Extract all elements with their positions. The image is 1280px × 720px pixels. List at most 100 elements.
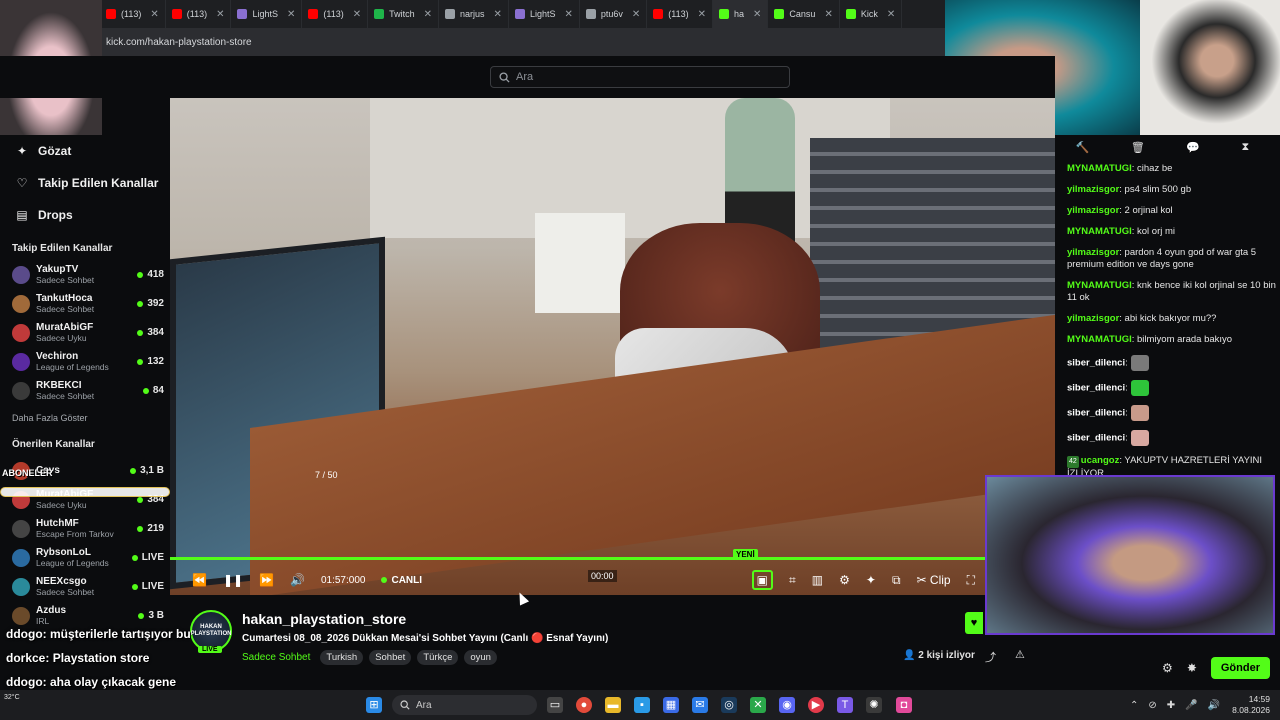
chat-username[interactable]: MYNAMATUGI [1067,163,1132,174]
xbox-icon[interactable]: ✕ [750,697,766,713]
live-indicator[interactable]: CANLI [381,575,422,586]
stream-tag[interactable]: oyun [464,650,497,665]
tab-close-icon[interactable]: ✕ [753,9,761,20]
sidebar-channel[interactable]: MuratAbiGFSadece Uyku 384 [0,318,170,347]
tab-close-icon[interactable]: ✕ [824,9,832,20]
steam-icon[interactable]: ◎ [721,697,737,713]
rewind-icon[interactable]: ⏪ [192,573,207,587]
app-icon-1[interactable]: ▪ [634,697,650,713]
sidebar-channel[interactable]: TankutHoca Sadece Sohbet 392 [0,289,170,318]
browser-tab[interactable]: Cansu ✕ [768,0,840,28]
tab-close-icon[interactable]: ✕ [698,9,706,20]
browser-tab[interactable]: (113) ✕ [100,0,166,28]
tab-close-icon[interactable]: ✕ [424,9,432,20]
address-bar[interactable]: kick.com/hakan-playstation-store [100,28,945,56]
browser-tab[interactable]: (113) ✕ [302,0,369,28]
task-view-icon[interactable]: ▭ [547,697,563,713]
chat-username[interactable]: siber_dilenci [1067,383,1125,394]
collapse-chat-icon[interactable]: ⧗ [1242,141,1250,154]
browser-tab[interactable]: Twitch ✕ [368,0,440,28]
browser-tab[interactable]: ha ✕ [713,0,769,28]
stream-tag[interactable]: Türkçe [417,650,459,665]
tray-app-icon[interactable]: ✚ [1167,700,1175,711]
chat-username[interactable]: MYNAMATUGI [1067,334,1132,345]
chat-username[interactable]: ucangoz [1081,455,1120,466]
browser-tab[interactable]: narjus ✕ [439,0,509,28]
settings-gear-icon[interactable]: ⚙ [839,573,850,587]
crop-icon[interactable]: ⌗ [789,573,796,588]
sidebar-channel[interactable]: HutchMF Escape From Tarkov 219 [0,514,170,543]
chat-username[interactable]: yilmazisgor [1067,313,1119,324]
sidebar-nav-item[interactable]: ▤ Drops [0,199,170,231]
tray-mic-off-icon[interactable]: ⊘ [1148,700,1156,711]
report-icon[interactable]: ⚠ [1015,648,1025,661]
sidebar-channel[interactable]: YakupTV Sadece Sohbet 418 [0,260,170,289]
sidebar-channel[interactable]: Azdus IRL 3 B [0,601,170,630]
taskbar-clock[interactable]: 14:59 8.08.2026 [1218,694,1270,716]
stats-icon[interactable]: ▥ [812,573,823,587]
tab-close-icon[interactable]: ✕ [887,9,895,20]
sidebar-channel[interactable]: RKBEKCI Sadece Sohbet 84 [0,376,170,405]
seek-bar[interactable] [170,557,985,560]
browser-tab[interactable]: (113) ✕ [647,0,714,28]
outlook-icon[interactable]: ✉ [692,697,708,713]
chat-username[interactable]: MYNAMATUGI [1067,280,1132,291]
tab-close-icon[interactable]: ✕ [353,9,361,20]
browser-tab[interactable]: Kick ✕ [840,0,903,28]
sidebar-nav-item[interactable]: ♡ Takip Edilen Kanallar [0,167,170,199]
record-camera-icon[interactable]: ▣ [751,570,774,590]
chrome-icon[interactable]: ● [576,697,592,713]
tab-close-icon[interactable]: ✕ [494,9,502,20]
pause-icon[interactable]: ❚❚ [223,573,243,587]
video-player[interactable] [170,98,1055,595]
chat-emote-icon[interactable]: ✸ [1187,661,1197,675]
send-button[interactable]: Gönder [1210,657,1270,679]
instagram-icon[interactable]: ◘ [896,697,912,713]
url-text[interactable]: kick.com/hakan-playstation-store [106,37,252,48]
browser-tab[interactable]: ptu6v ✕ [580,0,648,28]
windows-start-icon[interactable]: ⊞ [366,697,382,713]
taskbar-search[interactable]: Ara [392,695,537,715]
sparkle-icon[interactable]: ✦ [866,573,876,587]
tab-close-icon[interactable]: ✕ [150,9,158,20]
show-more-link[interactable]: Daha Fazla Göster [0,405,170,427]
tray-mic-icon[interactable]: 🎤 [1185,700,1197,711]
stream-tag[interactable]: Sohbet [369,650,412,665]
tab-close-icon[interactable]: ✕ [564,9,572,20]
chat-bubble-icon[interactable]: 💬 [1186,141,1200,154]
media-icon[interactable]: ▶ [808,697,824,713]
browser-tab[interactable]: LightS ✕ [231,0,303,28]
file-explorer-icon[interactable]: ▬ [605,697,621,713]
forward-icon[interactable]: ⏩ [259,573,274,587]
sidebar-channel[interactable]: NEEXcsgo Sadece Sohbet LIVE [0,572,170,601]
teams-icon[interactable]: T [837,697,853,713]
sidebar-nav-item[interactable]: ✦ Gözat [0,135,170,167]
app-icon-2[interactable]: ✺ [866,697,882,713]
weather-widget[interactable]: 32°C [4,693,20,703]
mod-hammer-icon[interactable]: 🔨 [1076,141,1090,154]
pip-icon[interactable]: ⧉ [892,573,901,588]
volume-icon[interactable]: 🔊 [290,573,305,587]
stream-tag[interactable]: Turkish [320,650,364,665]
tab-close-icon[interactable]: ✕ [632,9,640,20]
channel-name[interactable]: hakan_playstation_store [242,611,406,627]
sidebar-channel[interactable]: RybsonLoL League of Legends LIVE [0,543,170,572]
follow-heart-button[interactable]: ♥ [965,612,983,634]
share-icon[interactable]: ⤴ [985,649,996,665]
chat-username[interactable]: MYNAMATUGI [1067,226,1132,237]
chat-username[interactable]: siber_dilenci [1067,408,1125,419]
chat-username[interactable]: siber_dilenci [1067,433,1125,444]
chat-username[interactable]: yilmazisgor [1067,247,1119,258]
tab-close-icon[interactable]: ✕ [216,9,224,20]
browser-tab[interactable]: LightS ✕ [509,0,580,28]
store-icon[interactable]: ▦ [663,697,679,713]
browser-tab[interactable]: (113) ✕ [166,0,232,28]
fullscreen-icon[interactable]: ⛶ [967,573,975,588]
sidebar-channel[interactable]: Vechiron League of Legends 132 [0,347,170,376]
chat-settings-icon[interactable]: ⚙ [1162,661,1173,675]
chat-username[interactable]: siber_dilenci [1067,358,1125,369]
tray-chevron-icon[interactable]: ⌃ [1130,700,1138,711]
search-input[interactable]: Ara [490,66,790,88]
chat-username[interactable]: yilmazisgor [1067,184,1119,195]
trash-icon[interactable]: 🗑 [1131,141,1145,154]
